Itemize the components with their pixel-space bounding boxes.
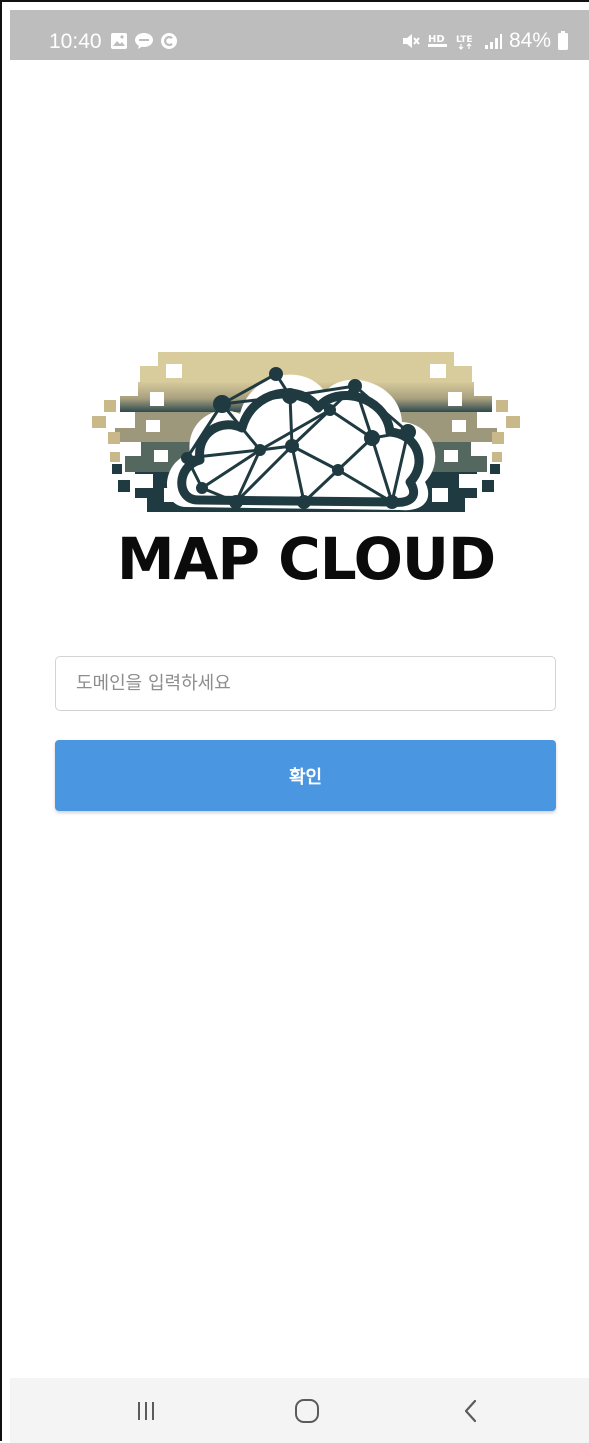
mute-icon bbox=[401, 32, 421, 50]
system-navigation-bar bbox=[10, 1378, 589, 1443]
battery-percentage: 84% bbox=[508, 29, 551, 52]
battery-icon bbox=[557, 30, 569, 51]
lte-icon: LTE bbox=[455, 32, 477, 50]
home-button[interactable] bbox=[267, 1378, 347, 1443]
confirm-button[interactable]: 확인 bbox=[55, 740, 556, 811]
status-left-icons bbox=[110, 32, 178, 50]
svg-text:HD: HD bbox=[428, 34, 445, 45]
back-button[interactable] bbox=[431, 1378, 511, 1443]
hd-voice-icon: HD bbox=[427, 32, 449, 50]
status-right-icons: HD LTE 84% bbox=[401, 30, 569, 51]
svg-text:LTE: LTE bbox=[456, 35, 473, 45]
status-bar: 10:40 HD LTE 84% bbox=[10, 10, 589, 60]
domain-input[interactable] bbox=[55, 656, 556, 711]
cloud-network-icon bbox=[92, 352, 520, 512]
back-icon bbox=[464, 1399, 477, 1422]
logo-wordmark: MAP CLOUD bbox=[116, 525, 496, 593]
chat-talk-icon bbox=[134, 32, 154, 50]
c-circle-icon bbox=[160, 32, 178, 50]
recent-apps-button[interactable] bbox=[106, 1378, 186, 1443]
recent-apps-icon bbox=[138, 1401, 154, 1420]
status-time: 10:40 bbox=[49, 30, 102, 53]
signal-icon bbox=[483, 32, 503, 50]
home-icon bbox=[295, 1398, 319, 1423]
app-screen: 10:40 HD LTE 84% MAP CLOUD 도메인을 입력하세요 확인 bbox=[0, 0, 589, 1443]
gallery-icon bbox=[110, 32, 128, 50]
